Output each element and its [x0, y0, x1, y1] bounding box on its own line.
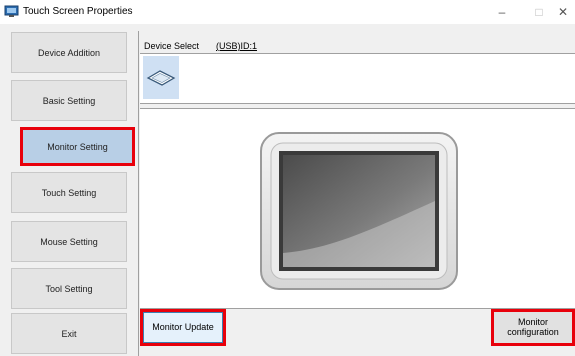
- monitor-update-label: Monitor Update: [152, 321, 214, 332]
- nav-mouse-setting[interactable]: Mouse Setting: [11, 221, 127, 262]
- monitor-update-button[interactable]: Monitor Update: [140, 309, 226, 346]
- close-button[interactable]: ✕: [551, 0, 575, 24]
- nav-basic-setting[interactable]: Basic Setting: [11, 80, 127, 121]
- nav-label: Mouse Setting: [40, 236, 98, 247]
- touch-screen-properties-window: Touch Screen Properties – □ ✕ Device Add…: [0, 0, 575, 356]
- app-icon: [4, 5, 19, 17]
- monitor-preview-icon: [260, 132, 458, 290]
- window-title: Touch Screen Properties: [23, 6, 133, 17]
- nav-touch-setting[interactable]: Touch Setting: [11, 172, 127, 213]
- nav-label: Tool Setting: [45, 283, 93, 294]
- nav-label: Exit: [61, 328, 77, 339]
- monitor-configuration-button[interactable]: Monitor configuration: [491, 309, 575, 346]
- device-select-label: Device Select: [144, 41, 200, 51]
- monitor-flat-icon: [146, 69, 176, 86]
- nav-monitor-setting[interactable]: Monitor Setting: [20, 127, 135, 166]
- nav-label: Touch Setting: [41, 187, 97, 198]
- title-bar: Touch Screen Properties – □ ✕: [0, 0, 575, 24]
- device-list: [140, 53, 575, 104]
- nav-label: Device Addition: [37, 47, 101, 58]
- minimize-button[interactable]: –: [484, 0, 520, 24]
- device-select-value[interactable]: (USB)ID:1: [216, 41, 257, 51]
- nav-label: Basic Setting: [42, 95, 96, 106]
- device-tile[interactable]: [143, 56, 179, 99]
- nav-label: Monitor Setting: [47, 141, 108, 152]
- monitor-configuration-label-line2: configuration: [507, 326, 559, 337]
- nav-device-addition[interactable]: Device Addition: [11, 32, 127, 73]
- nav-exit[interactable]: Exit: [11, 313, 127, 354]
- nav-tool-setting[interactable]: Tool Setting: [11, 268, 127, 309]
